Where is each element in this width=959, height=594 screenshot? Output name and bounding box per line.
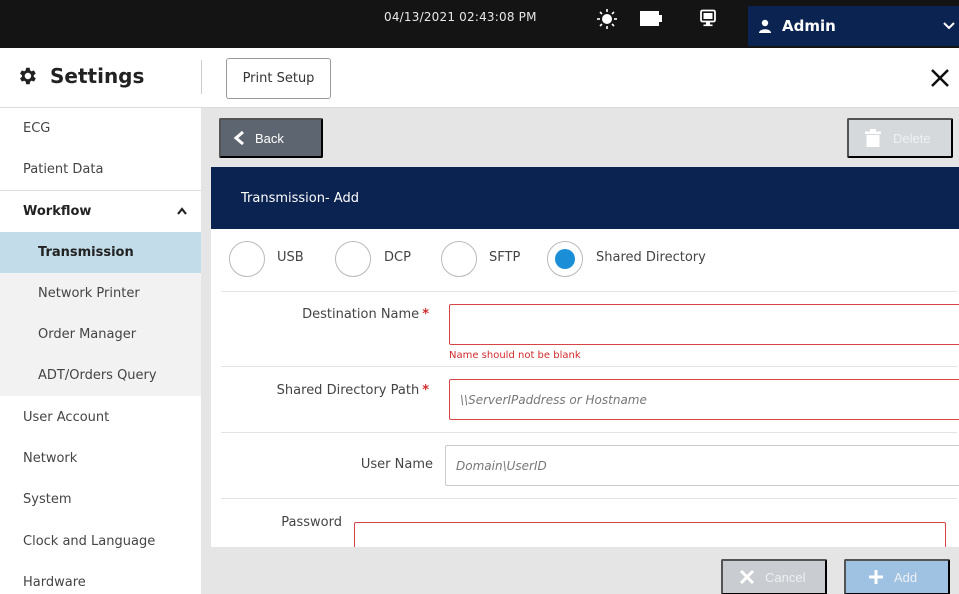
row-divider [221, 291, 957, 292]
sidebar-item-workflow[interactable]: Workflow [0, 190, 201, 231]
panel-title: Transmission- Add [241, 190, 359, 206]
delete-button-label: Delete [893, 130, 931, 146]
plus-icon [869, 570, 883, 584]
shared-directory-path-label: Shared Directory Path * [276, 383, 429, 398]
datetime: 04/13/2021 02:43:08 PM [384, 10, 537, 24]
sidebar-item-label: Order Manager [38, 327, 137, 342]
user-menu[interactable]: Admin [748, 6, 959, 46]
sidebar-item-label: System [23, 492, 72, 507]
sidebar-item-order-manager[interactable]: Order Manager [0, 314, 201, 355]
sidebar-item-transmission[interactable]: Transmission [0, 232, 201, 273]
page-header: Settings Print Setup [0, 48, 959, 108]
sidebar-item-label: Hardware [23, 575, 86, 590]
sidebar-item-label: ECG [23, 121, 51, 136]
close-icon[interactable] [930, 68, 950, 88]
sidebar-item-patient-data[interactable]: Patient Data [0, 149, 201, 190]
trash-icon [865, 129, 881, 147]
required-marker: * [422, 383, 429, 398]
radio-sftp[interactable] [441, 241, 477, 277]
radio-usb[interactable] [229, 241, 265, 277]
sidebar-item-label: Transmission [38, 245, 134, 260]
sidebar-item-label: Network [23, 451, 78, 466]
user-name-field[interactable]: Domain\UserID [445, 445, 959, 486]
user-name: Admin [782, 17, 836, 35]
radio-shared-directory[interactable] [547, 241, 583, 277]
shared-directory-path-field[interactable]: \\ServerIPaddress or Hostname [449, 379, 959, 420]
radio-label-dcp: DCP [384, 250, 411, 265]
sidebar-item-label: User Account [23, 410, 110, 425]
row-divider [221, 366, 957, 367]
chevron-down-icon [943, 22, 955, 30]
sidebar-item-label: ADT/Orders Query [38, 368, 157, 383]
chevron-left-icon [233, 131, 244, 145]
form-footer: Cancel Add [201, 547, 959, 594]
radio-label-shared-directory: Shared Directory [596, 250, 706, 265]
user-icon [759, 19, 771, 33]
display-icon[interactable] [699, 9, 717, 27]
gear-icon [20, 67, 36, 85]
radio-label-sftp: SFTP [489, 250, 521, 265]
sidebar-item-network-printer[interactable]: Network Printer [0, 273, 201, 314]
panel-banner: Transmission- Add [211, 167, 959, 229]
transmission-form: USB DCP SFTP Shared Directory Destinatio… [211, 229, 959, 547]
cancel-button-label: Cancel [765, 569, 806, 585]
row-divider [221, 432, 957, 433]
sidebar-item-ecg[interactable]: ECG [0, 108, 201, 149]
sidebar-item-system[interactable]: System [0, 479, 201, 520]
password-field[interactable] [354, 522, 946, 547]
row-divider [221, 498, 957, 499]
cancel-button[interactable]: Cancel [721, 559, 827, 594]
back-button-label: Back [255, 130, 284, 146]
radio-label-usb: USB [277, 250, 304, 265]
add-button[interactable]: Add [844, 559, 950, 594]
settings-sidebar: ECG Patient Data Workflow Transmission N… [0, 108, 201, 594]
sidebar-item-label: Clock and Language [23, 534, 156, 549]
destination-name-field[interactable] [449, 304, 959, 345]
user-name-label: User Name [360, 457, 433, 472]
delete-button[interactable]: Delete [847, 118, 953, 158]
radio-dcp[interactable] [335, 241, 371, 277]
add-button-label: Add [894, 569, 918, 585]
sidebar-item-network[interactable]: Network [0, 438, 201, 479]
sidebar-item-user-account[interactable]: User Account [0, 397, 201, 438]
sidebar-item-label: Network Printer [38, 286, 140, 301]
sidebar-item-adt-orders-query[interactable]: ADT/Orders Query [0, 355, 201, 396]
password-label: Password [281, 515, 342, 530]
battery-icon [640, 11, 662, 26]
required-marker: * [422, 307, 429, 322]
page-title: Settings [50, 64, 145, 88]
close-icon [739, 569, 755, 585]
status-bar: 04/13/2021 02:43:08 PM Admin [0, 0, 959, 48]
sidebar-item-label: Workflow [23, 203, 92, 219]
print-setup-button[interactable]: Print Setup [226, 58, 331, 99]
sidebar-item-hardware[interactable]: Hardware [0, 562, 201, 594]
back-button[interactable]: Back [219, 118, 323, 158]
chevron-up-icon [177, 207, 187, 215]
brightness-icon[interactable] [597, 9, 617, 29]
sidebar-item-label: Patient Data [23, 162, 104, 177]
destination-name-error: Name should not be blank [449, 350, 581, 361]
destination-name-label: Destination Name * [302, 307, 429, 322]
sidebar-item-clock-and-language[interactable]: Clock and Language [0, 521, 201, 562]
header-divider [201, 60, 202, 94]
transport-radio-group: USB DCP SFTP Shared Directory [211, 229, 959, 291]
